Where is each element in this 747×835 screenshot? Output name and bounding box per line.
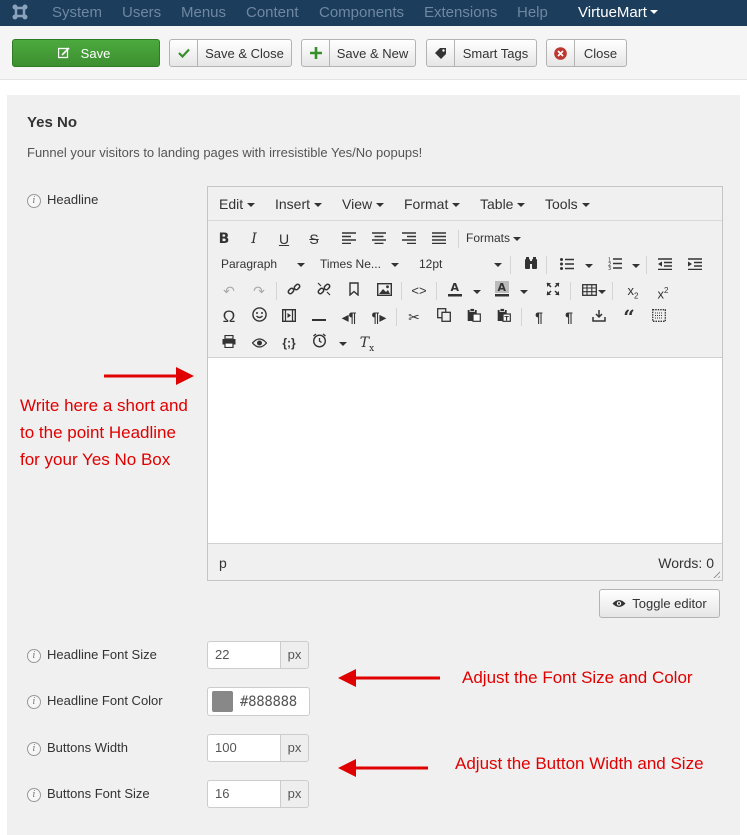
annotation-headline: Write here a short and to the point Head… [20, 392, 188, 473]
arrowhead-button [338, 759, 356, 777]
arrowhead-font [338, 669, 356, 687]
annotation-headline-line1: Write here a short and [20, 396, 188, 415]
annotation-headline-line2: to the point Headline [20, 423, 176, 442]
annotation-font: Adjust the Font Size and Color [462, 668, 693, 687]
annotation-button: Adjust the Button Width and Size [455, 754, 704, 773]
arrowhead-editor [176, 367, 194, 385]
annotation-headline-line3: for your Yes No Box [20, 450, 171, 469]
